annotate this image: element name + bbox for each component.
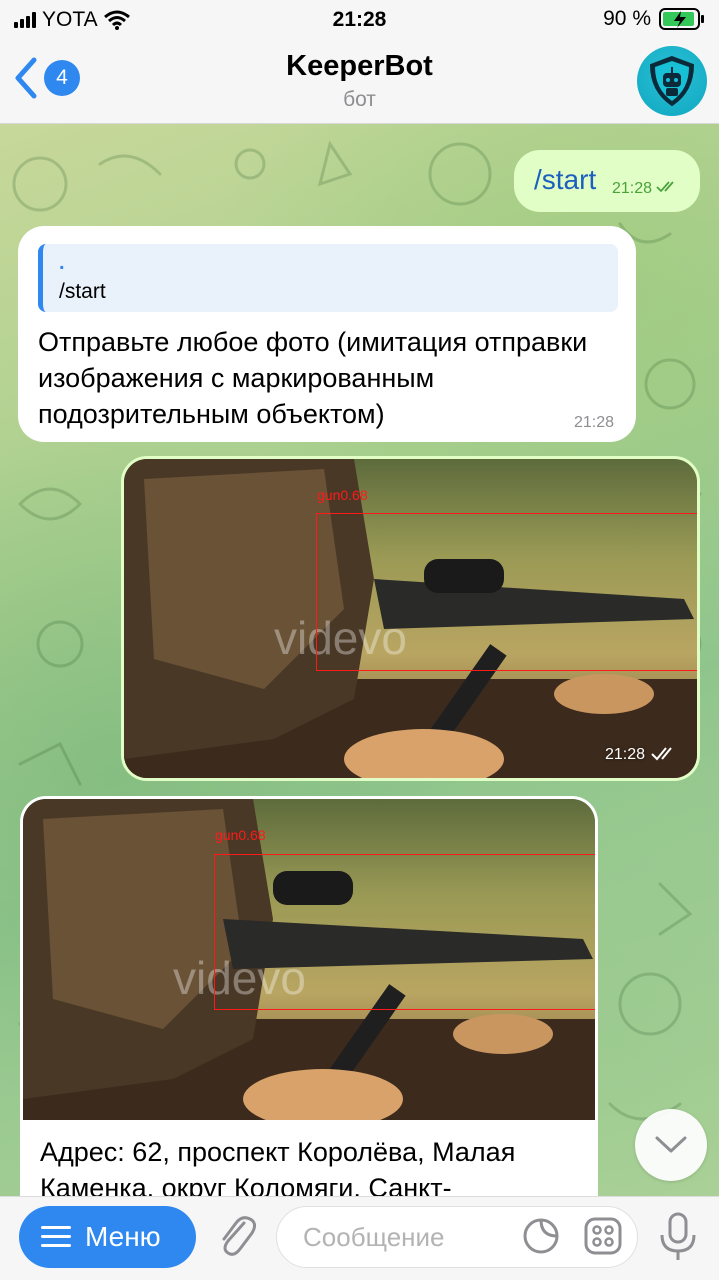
reply-quote[interactable]: . /start bbox=[38, 244, 618, 312]
message-time-label: 21:28 bbox=[604, 746, 645, 763]
message-time: 21:28 bbox=[573, 414, 614, 431]
detection-box bbox=[214, 854, 595, 1010]
photo-caption[interactable]: Адрес: 62, проспект Королёва, Малая Каме… bbox=[20, 1120, 598, 1203]
chevron-down-icon bbox=[655, 1136, 687, 1153]
battery-charging-icon bbox=[659, 8, 704, 30]
double-check-icon bbox=[656, 181, 674, 193]
reply-author: . bbox=[59, 252, 65, 274]
reply-text: /start bbox=[59, 280, 106, 303]
microphone-icon bbox=[660, 1212, 696, 1260]
status-bar: YOTA 21:28 90 % bbox=[0, 0, 719, 40]
sticker-button[interactable] bbox=[522, 1217, 560, 1260]
voice-record-button[interactable] bbox=[658, 1211, 698, 1268]
detection-label: gun0.68 bbox=[317, 487, 368, 503]
chat-title[interactable]: KeeperBot bbox=[0, 50, 719, 83]
detection-box bbox=[316, 513, 697, 671]
message-text[interactable]: Отправьте любое фото (имитация отправки … bbox=[38, 324, 628, 432]
sticker-icon bbox=[523, 1218, 559, 1254]
message-time: 21:28 bbox=[605, 746, 677, 764]
menu-label: Меню bbox=[85, 1221, 161, 1252]
outgoing-message[interactable]: /start 21:28 bbox=[514, 150, 700, 212]
battery-percent: 90 % bbox=[603, 7, 651, 30]
bot-commands-button[interactable] bbox=[584, 1217, 622, 1260]
status-right: 90 % bbox=[603, 7, 705, 31]
message-text[interactable]: /start bbox=[534, 164, 596, 196]
double-check-icon bbox=[651, 747, 672, 761]
bot-menu-button[interactable]: Меню bbox=[19, 1206, 196, 1268]
attach-button[interactable] bbox=[214, 1211, 258, 1266]
message-input-placeholder: Сообщение bbox=[303, 1221, 445, 1252]
message-time-label: 21:28 bbox=[612, 180, 653, 197]
paperclip-icon bbox=[222, 1216, 257, 1256]
outgoing-photo-message[interactable]: videvo gun0.68 21:28 bbox=[121, 456, 700, 781]
keyboard-grid-icon bbox=[584, 1217, 622, 1255]
message-time: 21:28 bbox=[612, 180, 678, 198]
chat-header: 4 KeeperBot бот bbox=[0, 40, 719, 124]
detection-label: gun0.68 bbox=[215, 827, 266, 843]
message-input-bar: Меню Сообщение bbox=[0, 1196, 719, 1280]
incoming-photo-message[interactable]: videvo gun0.68 bbox=[20, 796, 598, 1120]
scroll-to-bottom-button[interactable] bbox=[635, 1109, 707, 1181]
menu-icon bbox=[41, 1226, 71, 1247]
chat-subtitle: бот bbox=[343, 88, 376, 111]
shield-robot-icon bbox=[649, 55, 695, 107]
bot-avatar[interactable] bbox=[637, 46, 707, 116]
incoming-message[interactable]: . /start Отправьте любое фото (имитация … bbox=[18, 226, 636, 442]
